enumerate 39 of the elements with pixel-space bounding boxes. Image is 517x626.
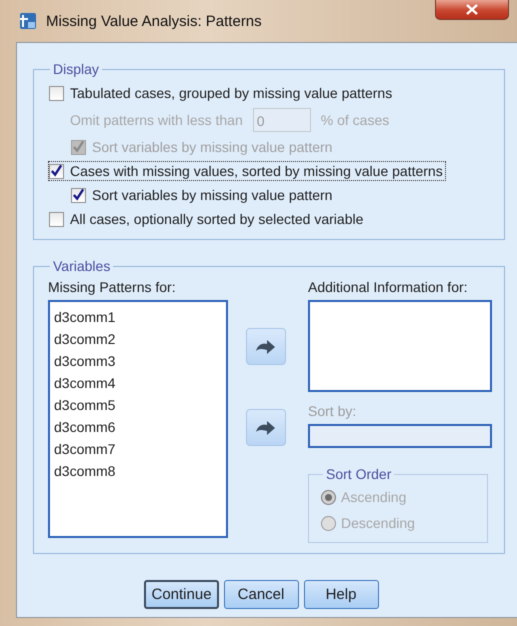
group-title: Sort Order [325,466,392,482]
list-item[interactable]: d3comm7 [54,438,226,460]
arrow-icon [255,420,277,436]
check-icon [72,140,85,152]
dialog-button[interactable]: Help [304,580,378,609]
sort-by-label: Sort by: [308,402,358,420]
arrow-icon [255,338,277,354]
check-icon [72,188,85,200]
list-item[interactable]: d3comm4 [54,372,226,394]
window-title: Missing Value Analysis: Patterns [46,12,262,30]
checkbox[interactable]: Tabulated cases, grouped by missing value patterns [48,83,396,103]
app-icon [18,11,38,31]
close-button[interactable] [435,0,509,20]
radio-label: Descending [341,515,415,531]
dialog-button[interactable]: Cancel [224,580,298,609]
list-item[interactable]: d3comm8 [54,460,226,482]
close-icon [466,4,478,15]
check-icon [50,164,63,176]
sort-by-field[interactable] [308,424,492,448]
group-title: Display [52,61,100,77]
checkbox[interactable]: Sort variables by missing value pattern [70,185,336,205]
list-item[interactable]: d3comm5 [54,394,226,416]
list-item[interactable]: d3comm6 [54,416,226,438]
dialog-button[interactable]: Continue [144,580,218,609]
list-item[interactable]: d3comm3 [54,350,226,372]
list-item[interactable]: d3comm2 [54,328,226,350]
list-item[interactable]: d3comm1 [54,306,226,328]
checkbox[interactable]: Cases with missing values, sorted by missing value patterns [48,161,446,181]
checkbox[interactable]: All cases, optionally sorted by selected variable [48,209,366,229]
list-label: Missing Patterns for: [48,278,177,296]
unit-label: % of cases [320,112,390,128]
variable-list[interactable]: d3comm1 d3comm2 d3comm3 d3comm4 d3comm5 d3comm6 d3comm7 d3comm8 [48,300,228,538]
move-button[interactable] [246,328,286,365]
additional-list[interactable] [308,300,492,392]
list-label: Additional Information for: [308,278,469,296]
threshold-label: Omit patterns with less than [70,112,243,128]
radio-label: Ascending [341,489,406,505]
move-button[interactable] [246,409,286,446]
group-title: Variables [52,258,112,274]
